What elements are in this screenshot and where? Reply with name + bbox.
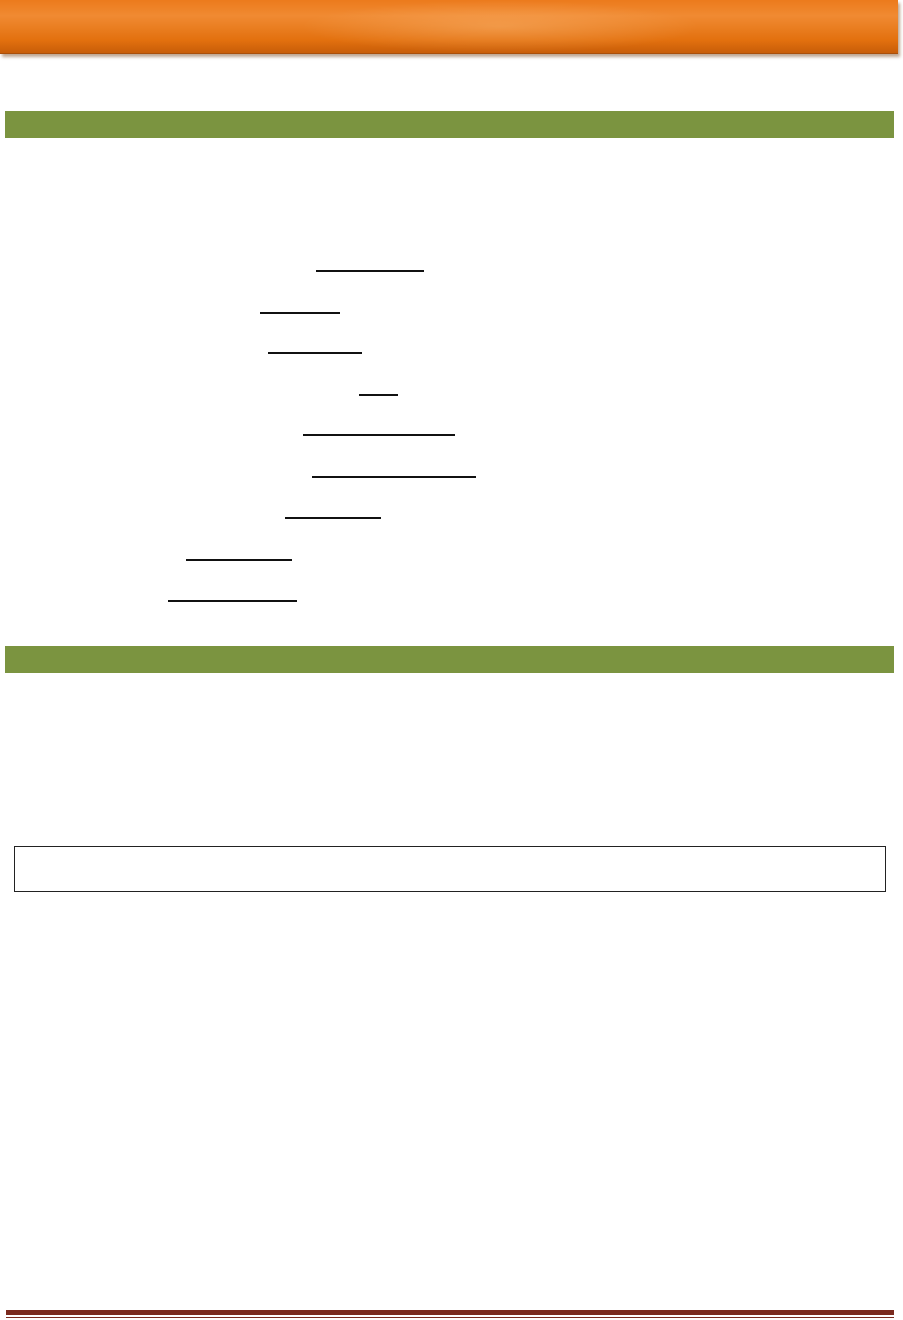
header-banner xyxy=(0,0,898,54)
section-bar-1 xyxy=(5,111,894,138)
fill-in-blank-1[interactable] xyxy=(316,270,424,272)
fill-in-blank-5[interactable] xyxy=(303,434,455,436)
answer-box[interactable] xyxy=(14,846,886,892)
footer-rule-thin xyxy=(6,1317,894,1318)
fill-in-blank-4[interactable] xyxy=(359,394,398,396)
fill-in-blank-7[interactable] xyxy=(285,517,381,519)
banner-highlight xyxy=(300,0,700,53)
section-bar-2 xyxy=(5,646,894,673)
fill-in-blank-6[interactable] xyxy=(312,476,476,478)
fill-in-blank-8[interactable] xyxy=(186,559,292,561)
fill-in-blank-2[interactable] xyxy=(260,312,340,314)
footer-rule xyxy=(6,1310,894,1315)
fill-in-blank-3[interactable] xyxy=(268,352,362,354)
fill-in-blank-9[interactable] xyxy=(168,600,297,602)
